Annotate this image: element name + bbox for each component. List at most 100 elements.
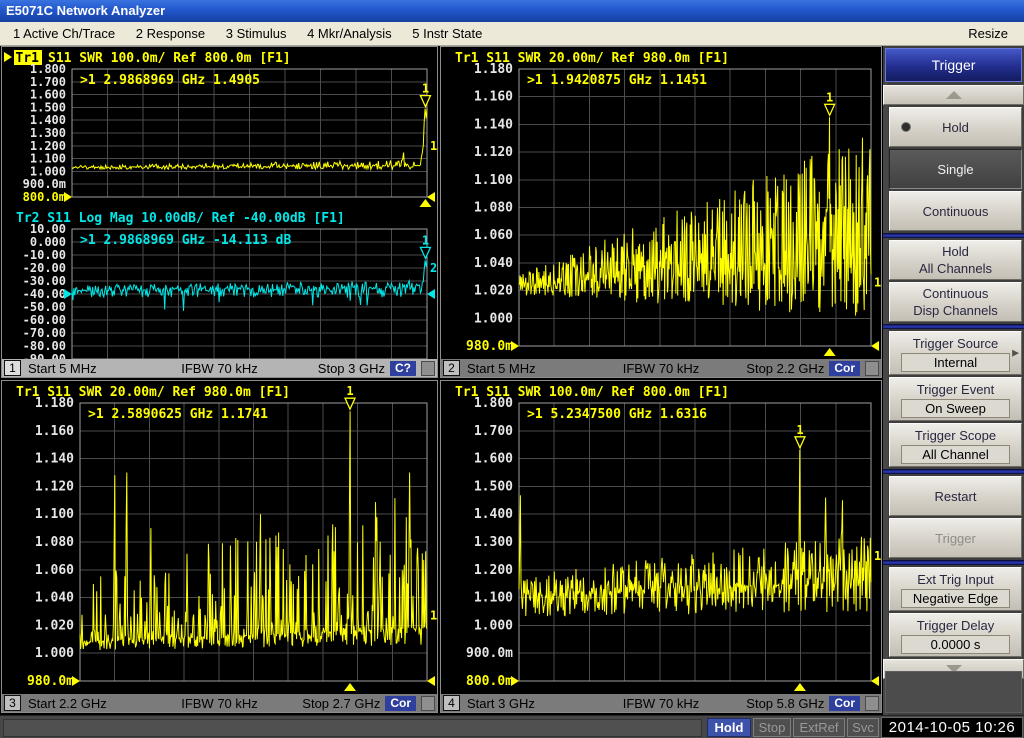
ifbw-label: IFBW 70 kHz [181, 361, 258, 376]
sidebar-filler [885, 671, 1022, 713]
softkey-trigger-delay-button[interactable]: Trigger Delay0.0000 s [889, 613, 1022, 657]
ifbw-label: IFBW 70 kHz [181, 696, 258, 711]
y-axis-tick: -10.00 [23, 248, 66, 262]
y-axis-tick: 1.160 [474, 90, 513, 105]
channel-4-plot: Tr1 S11 SWR 100.0m/ Ref 800.0m [F1]1.800… [441, 381, 881, 694]
y-axis-tick: 1.000 [474, 311, 513, 326]
y-axis-tick: 1.160 [35, 424, 74, 439]
y-axis-tick: 1.080 [474, 201, 513, 216]
status-stub-box [865, 696, 879, 711]
window-title-bar[interactable]: E5071C Network Analyzer [0, 0, 1024, 22]
active-trace-arrow-icon [4, 52, 12, 62]
softkey-label: All Channels [919, 260, 992, 277]
marker-readout: >1 2.9868969 GHz 1.4905 [80, 73, 260, 88]
channel-window-2[interactable]: Tr1 S11 SWR 20.00m/ Ref 980.0m [F1]1.180… [440, 46, 882, 378]
trace-number-label: 1 [874, 549, 881, 563]
softkey-scroll-up-button[interactable] [883, 85, 1024, 105]
softkey-restart-button[interactable]: Restart [889, 476, 1022, 516]
menu-instr-state[interactable]: 5 Instr State [408, 22, 486, 45]
softkey-single-button[interactable]: Single [889, 149, 1022, 189]
marker-1-icon[interactable] [795, 437, 805, 448]
menu-resize[interactable]: Resize [964, 22, 1012, 45]
menu-mkr-analysis[interactable]: 4 Mkr/Analysis [303, 22, 396, 45]
ref-level-right-icon [427, 289, 435, 299]
ref-level-right-icon [871, 676, 879, 686]
softkey-label: Trigger Source [913, 335, 999, 352]
softkey-trigger-scope-button[interactable]: Trigger ScopeAll Channel [889, 423, 1022, 467]
status-message-panel [3, 719, 702, 737]
softkey-menu-title: Trigger [885, 48, 1022, 82]
status-stub-box [421, 696, 435, 711]
softkey-label: Disp Channels [913, 302, 998, 319]
softkey-trigger-event-button[interactable]: Trigger EventOn Sweep [889, 377, 1022, 421]
cal-status-badge: Cor [829, 696, 860, 711]
softkey-group-divider [883, 324, 1024, 329]
channel-window-1[interactable]: Tr1S11 SWR 100.0m/ Ref 800.0m [F1]1.8001… [1, 46, 438, 378]
start-frequency-label: Start 3 GHz [467, 696, 535, 711]
trace-number-label: 1 [430, 139, 437, 153]
ifbw-label: IFBW 70 kHz [623, 361, 700, 376]
status-extref-indicator: ExtRef [793, 718, 845, 737]
cal-status-badge: Cor [385, 696, 416, 711]
status-hold-badge: Hold [707, 718, 751, 737]
menu-active-ch-trace[interactable]: 1 Active Ch/Trace [9, 22, 119, 45]
y-axis-tick: 1.100 [35, 507, 74, 522]
marker-number: 1 [826, 90, 833, 104]
channel-window-3[interactable]: Tr1 S11 SWR 20.00m/ Ref 980.0m [F1]1.180… [1, 380, 438, 713]
marker-readout: >1 1.9420875 GHz 1.1451 [527, 73, 707, 88]
marker-1-icon[interactable] [825, 104, 835, 115]
y-axis-tick: 980.0m [27, 674, 74, 689]
menu-response[interactable]: 2 Response [132, 22, 209, 45]
softkey-ext-trig-input-button[interactable]: Ext Trig InputNegative Edge [889, 567, 1022, 611]
softkey-hold-button[interactable]: Hold [889, 107, 1022, 147]
softkey-sidebar: Trigger Hold Single Continuous HoldAll Chan… [883, 46, 1024, 715]
channel-window-4[interactable]: Tr1 S11 SWR 100.0m/ Ref 800.0m [F1]1.800… [440, 380, 882, 713]
marker-1-icon[interactable] [420, 247, 430, 258]
cal-status-badge: C? [390, 361, 416, 376]
softkey-continuous-disp-channels-button[interactable]: ContinuousDisp Channels [889, 282, 1022, 322]
softkey-trigger-button: Trigger [889, 518, 1022, 558]
marker-stimulus-icon [794, 683, 806, 691]
softkey-continuous-button[interactable]: Continuous [889, 191, 1022, 231]
softkey-label: Hold [942, 119, 969, 136]
y-axis-tick: 0.000 [30, 235, 66, 249]
status-right-group: Stop 3 GHzC? [318, 361, 435, 376]
y-axis-tick: -80.00 [23, 339, 66, 353]
y-axis-tick: 1.000 [35, 646, 74, 661]
marker-number: 1 [796, 423, 803, 437]
status-stub-box [421, 361, 435, 376]
softkey-group-divider [883, 469, 1024, 474]
marker-1-icon[interactable] [420, 96, 430, 107]
y-axis-tick: 1.400 [474, 507, 513, 522]
channel-number-badge: 4 [443, 695, 460, 711]
status-right-group: Stop 2.7 GHzCor [302, 696, 435, 711]
ref-level-left-icon [511, 341, 519, 351]
y-axis-tick: 800.0m [466, 674, 513, 689]
y-axis-tick: -20.00 [23, 261, 66, 275]
softkey-trigger-source-button[interactable]: Trigger SourceInternal▶ [889, 331, 1022, 375]
marker-readout: >1 2.5890625 GHz 1.1741 [88, 407, 268, 422]
channel-4-status-bar: 4Start 3 GHzIFBW 70 kHzStop 5.8 GHzCor [441, 694, 881, 712]
stop-frequency-label: Stop 5.8 GHz [746, 696, 824, 711]
softkey-label: Single [937, 161, 973, 178]
softkey-group-divider [883, 560, 1024, 565]
menu-stimulus[interactable]: 3 Stimulus [222, 22, 291, 45]
softkey-label: Ext Trig Input [917, 571, 994, 588]
status-clock: 2014-10-05 10:26 [881, 717, 1023, 738]
marker-1-icon[interactable] [345, 398, 355, 409]
channel-number-badge: 2 [443, 360, 460, 376]
status-stub-box [865, 361, 879, 376]
y-axis-tick: 1.300 [474, 535, 513, 550]
status-right-group: Stop 2.2 GHzCor [746, 361, 879, 376]
trace-number-label: 1 [430, 609, 437, 623]
y-axis-tick: 1.700 [474, 424, 513, 439]
softkey-label: Restart [935, 488, 977, 505]
y-axis-tick: 1.060 [474, 228, 513, 243]
y-axis-tick: 1.060 [35, 563, 74, 578]
softkey-hold-all-channels-button[interactable]: HoldAll Channels [889, 240, 1022, 280]
menu-bar: 1 Active Ch/Trace 2 Response 3 Stimulus … [0, 22, 1024, 46]
marker-number: 1 [422, 233, 429, 247]
y-axis-tick: 1.100 [474, 173, 513, 188]
y-axis-tick: 1.140 [35, 452, 74, 467]
softkey-label: Continuous [923, 285, 989, 302]
